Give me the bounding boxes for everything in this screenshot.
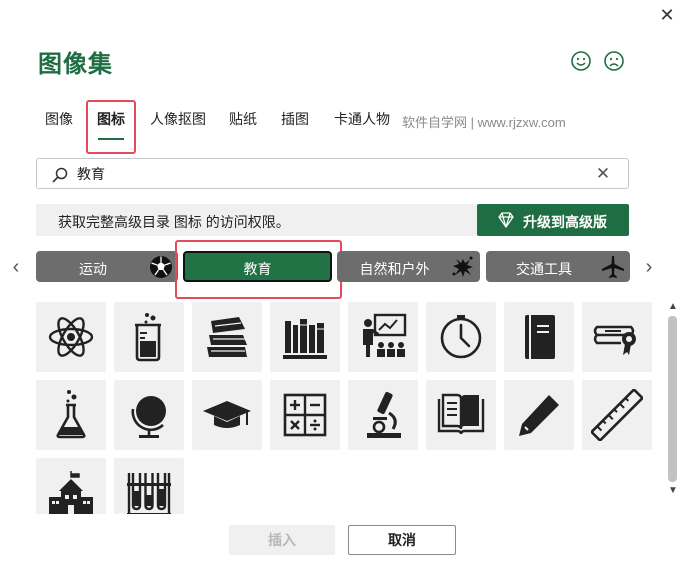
icon-tile[interactable] <box>270 302 340 372</box>
diamond-icon <box>498 212 514 228</box>
school-building-icon <box>49 471 93 514</box>
search-input[interactable] <box>77 163 577 185</box>
icon-tile[interactable] <box>348 302 418 372</box>
atom-icon <box>48 317 94 357</box>
airplane-icon <box>602 256 624 278</box>
smile-face-icon[interactable] <box>570 50 592 72</box>
icon-tile[interactable] <box>504 380 574 450</box>
icon-tile[interactable] <box>270 380 340 450</box>
icon-tile[interactable] <box>36 458 106 514</box>
insert-button[interactable]: 插入 <box>229 525 335 555</box>
microscope-icon <box>367 391 401 438</box>
bookshelf-icon <box>283 319 327 359</box>
category-nature-outdoors[interactable]: 自然和户外 <box>337 251 480 282</box>
icon-grid-scrollbar[interactable]: ▲ ▼ <box>665 300 681 514</box>
category-label: 运动 <box>79 261 107 277</box>
icon-grid <box>36 300 664 514</box>
scroll-down-icon[interactable]: ▼ <box>665 484 681 498</box>
clear-search-icon[interactable]: ✕ <box>592 163 614 185</box>
frown-face-icon[interactable] <box>603 50 625 72</box>
cancel-button[interactable]: 取消 <box>348 525 456 555</box>
scroll-up-icon[interactable]: ▲ <box>665 300 681 314</box>
dialog-title: 图像集 <box>38 51 113 78</box>
test-tubes-icon <box>127 473 171 514</box>
watermark-text: 软件自学网 | www.rjzxw.com <box>402 115 566 130</box>
icon-tile[interactable] <box>114 380 184 450</box>
icon-tile[interactable] <box>348 380 418 450</box>
tab-highlight-box <box>86 100 136 154</box>
icon-tile[interactable] <box>192 380 262 450</box>
icon-tile[interactable] <box>36 380 106 450</box>
math-symbols-icon <box>283 393 327 437</box>
tab-images[interactable]: 图像 <box>36 100 82 154</box>
tab-cartoon-people[interactable]: 卡通人物 <box>324 100 400 154</box>
close-button[interactable]: ✕ <box>656 4 678 26</box>
tab-cutout-people[interactable]: 人像抠图 <box>140 100 216 154</box>
tab-stickers[interactable]: 贴纸 <box>220 100 266 154</box>
premium-notice: 获取完整高级目录 图标 的访问权限。 升级到高级版 <box>36 204 629 236</box>
tab-illustrations[interactable]: 插图 <box>272 100 318 154</box>
open-book-icon <box>437 393 485 435</box>
icon-tile[interactable] <box>582 302 652 372</box>
category-prev-arrow[interactable]: ‹ <box>6 254 26 280</box>
ruler-icon <box>591 389 643 441</box>
diploma-icon <box>593 325 636 355</box>
icon-tile[interactable] <box>426 380 496 450</box>
search-icon <box>52 167 68 183</box>
category-highlight-box <box>175 240 342 299</box>
clock-icon <box>440 315 482 359</box>
beaker-icon <box>135 313 161 362</box>
globe-icon <box>131 396 166 438</box>
flask-icon <box>56 390 86 439</box>
category-transportation[interactable]: 交通工具 <box>486 251 630 282</box>
icon-tile[interactable] <box>114 302 184 372</box>
notebook-icon <box>525 315 555 359</box>
icon-tile[interactable] <box>582 380 652 450</box>
icon-tile[interactable] <box>36 302 106 372</box>
pencil-icon <box>519 395 559 436</box>
category-label: 自然和户外 <box>359 261 430 277</box>
soccer-ball-icon <box>150 256 172 278</box>
teacher-presentation-icon <box>363 313 407 357</box>
search-box: ✕ <box>36 158 629 189</box>
upgrade-label: 升级到高级版 <box>523 214 607 230</box>
paint-splat-icon <box>452 256 473 277</box>
icon-tile[interactable] <box>504 302 574 372</box>
icon-tile[interactable] <box>426 302 496 372</box>
graduation-cap-icon <box>203 401 251 428</box>
category-sports[interactable]: 运动 <box>36 251 178 282</box>
icon-tile[interactable] <box>114 458 184 514</box>
category-label: 交通工具 <box>516 261 572 277</box>
icon-tile[interactable] <box>192 302 262 372</box>
upgrade-button[interactable]: 升级到高级版 <box>477 204 629 236</box>
book-stack-icon <box>207 317 247 357</box>
scrollbar-thumb[interactable] <box>668 316 677 482</box>
premium-notice-text: 获取完整高级目录 图标 的访问权限。 <box>58 214 290 230</box>
category-next-arrow[interactable]: › <box>639 254 659 280</box>
